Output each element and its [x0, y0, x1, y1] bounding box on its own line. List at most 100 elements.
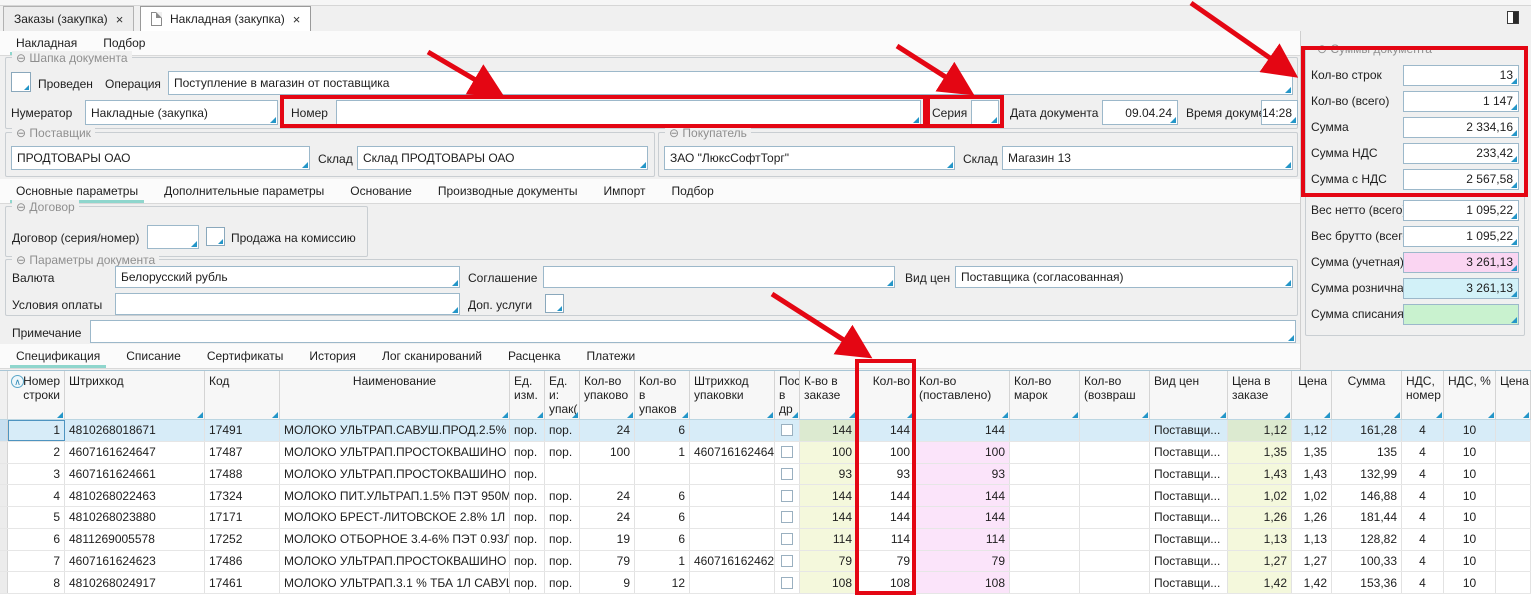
- totals-value[interactable]: 2 334,16: [1403, 117, 1519, 138]
- totals-value[interactable]: 3 261,13: [1403, 278, 1519, 299]
- cell-qinpack[interactable]: 12: [635, 572, 690, 593]
- cell-name[interactable]: МОЛОКО ОТБОРНОЕ 3.4-6% ПЭТ 0.93Л ЗДРА...: [280, 529, 510, 550]
- cell-price2[interactable]: [1496, 529, 1531, 550]
- cell-num[interactable]: 5: [8, 507, 65, 528]
- cell-qinpack[interactable]: 1: [635, 442, 690, 463]
- cell-priceorder[interactable]: 1,35: [1228, 442, 1292, 463]
- cell-inorder[interactable]: 79: [800, 551, 857, 572]
- column-header-returned[interactable]: Кол-во (возвраш: [1080, 371, 1150, 419]
- column-header-sum[interactable]: Сумма: [1332, 371, 1402, 419]
- cell-sum[interactable]: 135: [1332, 442, 1402, 463]
- cell-vatpct[interactable]: 10: [1444, 485, 1496, 506]
- cell-ed2[interactable]: пор.: [545, 420, 580, 441]
- column-header-vatnum[interactable]: НДС, номер: [1402, 371, 1444, 419]
- cell-sum[interactable]: 146,88: [1332, 485, 1402, 506]
- buyer-field[interactable]: ЗАО "ЛюксСофтТорг": [664, 146, 955, 170]
- cell-num[interactable]: 3: [8, 464, 65, 485]
- totals-value[interactable]: [1403, 304, 1519, 325]
- cell-delivered[interactable]: 108: [915, 572, 1010, 593]
- cell-delivered[interactable]: 114: [915, 529, 1010, 550]
- cell-qty[interactable]: 114: [857, 529, 915, 550]
- column-header-inorder[interactable]: К-во в заказе: [800, 371, 857, 419]
- cell-vatpct[interactable]: 10: [1444, 507, 1496, 528]
- cell-sum[interactable]: 161,28: [1332, 420, 1402, 441]
- cell-vatpct[interactable]: 10: [1444, 442, 1496, 463]
- row-checkbox[interactable]: [781, 533, 793, 545]
- cell-priceorder[interactable]: 1,02: [1228, 485, 1292, 506]
- cell-marks[interactable]: [1010, 551, 1080, 572]
- row-checkbox[interactable]: [781, 468, 793, 480]
- cell-num[interactable]: 8: [8, 572, 65, 593]
- totals-value[interactable]: 1 147: [1403, 91, 1519, 112]
- cell-barcode[interactable]: 4810268022463: [65, 485, 205, 506]
- cell-delivered[interactable]: 100: [915, 442, 1010, 463]
- payment-terms-field[interactable]: [115, 293, 460, 315]
- cell-price2[interactable]: [1496, 551, 1531, 572]
- row-gutter[interactable]: [0, 464, 8, 485]
- column-header-ed2[interactable]: Ед. и: упак(: [545, 371, 580, 419]
- cell-qpack[interactable]: 19: [580, 529, 635, 550]
- cell-pricetype[interactable]: Поставщи...: [1150, 464, 1228, 485]
- cell-name[interactable]: МОЛОКО УЛЬТРАП.ПРОСТОКВАШИНО 2.5% ...: [280, 442, 510, 463]
- cell-qty[interactable]: 144: [857, 485, 915, 506]
- cell-returned[interactable]: [1080, 464, 1150, 485]
- cell-vatpct[interactable]: 10: [1444, 464, 1496, 485]
- totals-value[interactable]: 233,42: [1403, 143, 1519, 164]
- cell-packbar[interactable]: [690, 464, 775, 485]
- cell-sum[interactable]: 128,82: [1332, 529, 1402, 550]
- column-header-code[interactable]: Код: [205, 371, 280, 419]
- tab-Импорт[interactable]: Импорт: [602, 179, 648, 203]
- cell-qpack[interactable]: 24: [580, 507, 635, 528]
- cell-name[interactable]: МОЛОКО УЛЬТРАП.ПРОСТОКВАШИНО 1.5% ...: [280, 551, 510, 572]
- cell-marks[interactable]: [1010, 442, 1080, 463]
- row-gutter[interactable]: [0, 485, 8, 506]
- cell-ed1[interactable]: пор.: [510, 551, 545, 572]
- cell-qpack[interactable]: 100: [580, 442, 635, 463]
- cell-vatnum[interactable]: 4: [1402, 507, 1444, 528]
- cell-delivered[interactable]: 144: [915, 420, 1010, 441]
- cell-inorder[interactable]: 108: [800, 572, 857, 593]
- cell-price2[interactable]: [1496, 507, 1531, 528]
- table-row[interactable]: 8481026802491717461МОЛОКО УЛЬТРАП.3.1 % …: [0, 572, 1531, 594]
- tab-Основание[interactable]: Основание: [348, 179, 414, 203]
- cell-marks[interactable]: [1010, 485, 1080, 506]
- cell-qinpack[interactable]: 6: [635, 420, 690, 441]
- cell-price[interactable]: 1,35: [1292, 442, 1332, 463]
- column-header-vatpct[interactable]: НДС, %: [1444, 371, 1496, 419]
- cell-pricetype[interactable]: Поставщи...: [1150, 442, 1228, 463]
- cell-barcode[interactable]: 4607161624647: [65, 442, 205, 463]
- cell-marks[interactable]: [1010, 507, 1080, 528]
- cell-ed2[interactable]: пор.: [545, 551, 580, 572]
- cell-inorder[interactable]: 144: [800, 485, 857, 506]
- cell-priceorder[interactable]: 1,42: [1228, 572, 1292, 593]
- cell-price2[interactable]: [1496, 420, 1531, 441]
- cell-name[interactable]: МОЛОКО УЛЬТРАП.ПРОСТОКВАШИНО 3.2% ...: [280, 464, 510, 485]
- tab-Лог сканирований[interactable]: Лог сканирований: [380, 344, 484, 368]
- doc-time-field[interactable]: 14:28: [1261, 100, 1298, 125]
- cell-qty[interactable]: 93: [857, 464, 915, 485]
- column-header-num[interactable]: Номер строки∧: [8, 371, 65, 419]
- cell-chk[interactable]: [775, 551, 800, 572]
- tab-Расценка[interactable]: Расценка: [506, 344, 563, 368]
- row-gutter[interactable]: [0, 572, 8, 593]
- column-header-ed1[interactable]: Ед. изм.: [510, 371, 545, 419]
- cell-vatpct[interactable]: 10: [1444, 572, 1496, 593]
- cell-qty[interactable]: 100: [857, 442, 915, 463]
- cell-qinpack[interactable]: [635, 464, 690, 485]
- tab-Платежи[interactable]: Платежи: [585, 344, 638, 368]
- row-checkbox[interactable]: [781, 555, 793, 567]
- totals-value[interactable]: 3 261,13: [1403, 252, 1519, 273]
- cell-barcode[interactable]: 4811269005578: [65, 529, 205, 550]
- cell-priceorder[interactable]: 1,43: [1228, 464, 1292, 485]
- cell-ed2[interactable]: пор.: [545, 485, 580, 506]
- cell-delivered[interactable]: 93: [915, 464, 1010, 485]
- restore-window-icon[interactable]: [1507, 11, 1519, 24]
- supplier-field[interactable]: ПРОДТОВАРЫ ОАО: [11, 146, 310, 170]
- cell-vatpct[interactable]: 10: [1444, 529, 1496, 550]
- number-field[interactable]: [336, 100, 921, 125]
- cell-returned[interactable]: [1080, 485, 1150, 506]
- cell-ed1[interactable]: пор.: [510, 529, 545, 550]
- cell-qpack[interactable]: 24: [580, 485, 635, 506]
- cell-num[interactable]: 2: [8, 442, 65, 463]
- cell-vatnum[interactable]: 4: [1402, 420, 1444, 441]
